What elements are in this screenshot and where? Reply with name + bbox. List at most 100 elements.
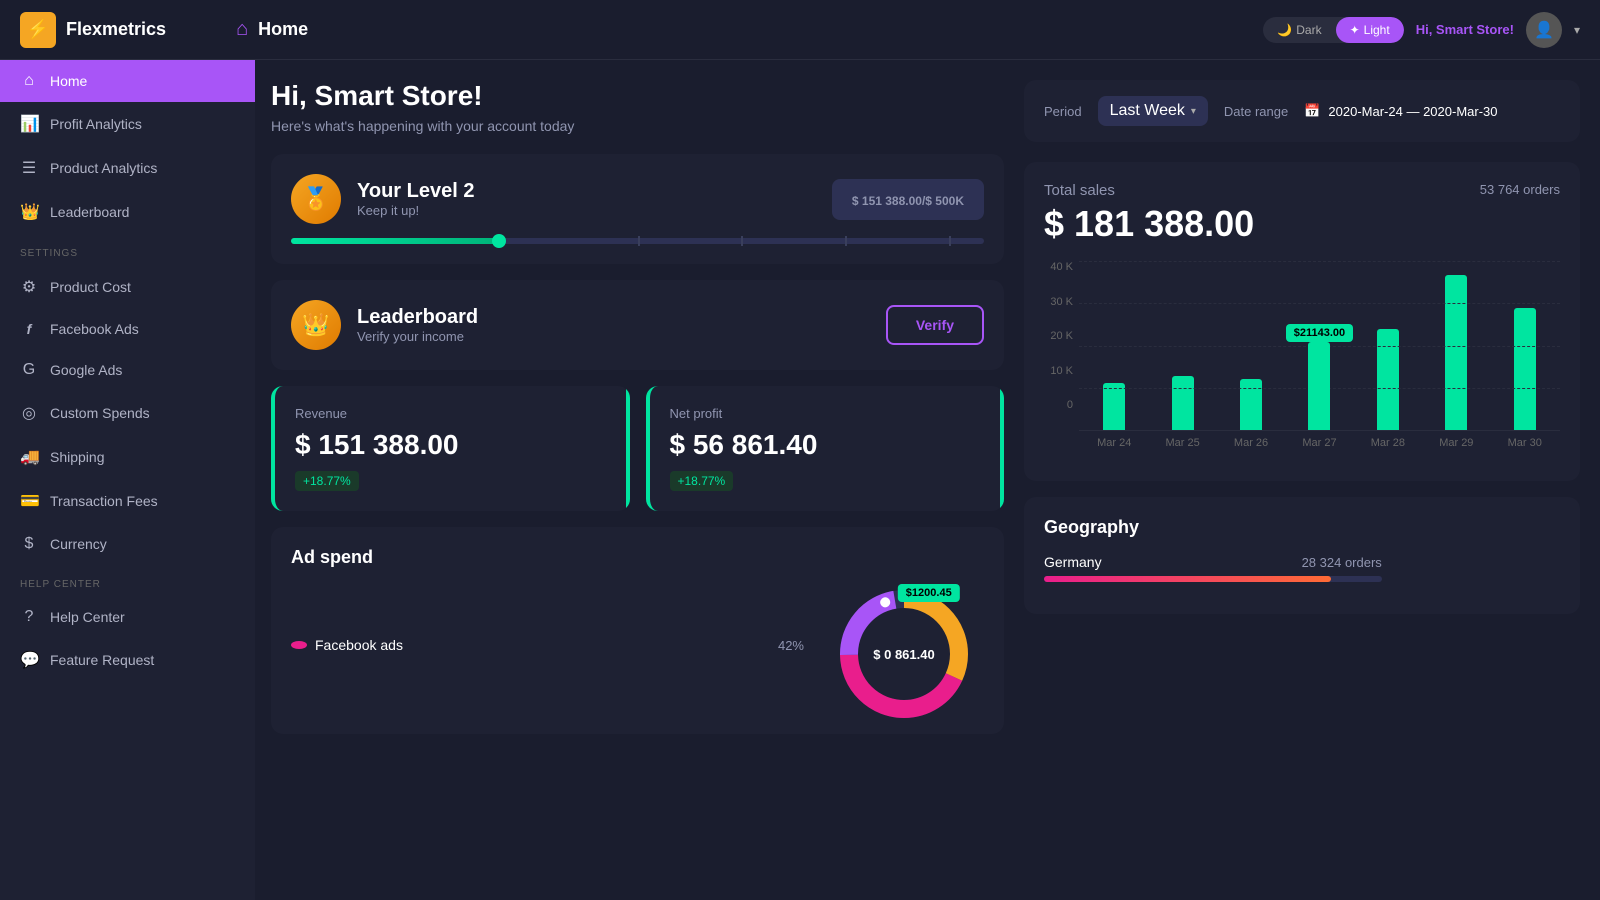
x-label-mar29: Mar 29 <box>1425 437 1487 449</box>
avatar-dropdown-icon[interactable]: ▾ <box>1574 23 1580 37</box>
sidebar-leaderboard-label: Leaderboard <box>50 204 129 220</box>
bar-group-mar27: $21143.00 <box>1288 261 1350 430</box>
y-label-20k: 20 K <box>1050 330 1073 342</box>
facebook-ads-item-label: Facebook ads <box>315 637 403 653</box>
sun-icon: ✦ <box>1350 23 1360 37</box>
sidebar-item-shipping[interactable]: 🚚 Shipping <box>0 435 255 479</box>
date-range-value: 2020-Mar-24 — 2020-Mar-30 <box>1328 104 1497 119</box>
google-ads-label: Google Ads <box>50 362 122 378</box>
level-card: 🏅 Your Level 2 Keep it up! $ 151 388.00/… <box>271 154 1004 264</box>
ad-spend-card: Ad spend Facebook ads 42% <box>271 527 1004 734</box>
ad-spend-title: Ad spend <box>291 547 984 568</box>
level-amount-value: $ 151 388.00 <box>852 194 922 208</box>
date-range: 📅 2020-Mar-24 — 2020-Mar-30 <box>1304 103 1497 119</box>
home-nav-icon: ⌂ <box>20 72 38 90</box>
greeting-username: Smart Store <box>1436 22 1510 37</box>
bar-mar24 <box>1103 383 1125 430</box>
bar-mar28 <box>1377 329 1399 430</box>
dark-mode-button[interactable]: 🌙 Dark <box>1263 17 1335 43</box>
donut-total: $ 0 861.40 <box>873 647 934 662</box>
geo-orders-germany: 28 324 orders <box>1302 555 1382 570</box>
help-center-icon: ? <box>20 608 38 626</box>
greeting-title: Hi, Smart Store! <box>271 80 1004 112</box>
page-breadcrumb: ⌂ Home <box>236 18 308 41</box>
light-label: Light <box>1364 23 1390 37</box>
level-text: Your Level 2 Keep it up! <box>357 180 474 218</box>
sidebar-item-product-cost[interactable]: ⚙ Product Cost <box>0 265 255 309</box>
sidebar-item-feature-request[interactable]: 💬 Feature Request <box>0 638 255 682</box>
sidebar-item-transaction-fees[interactable]: 💳 Transaction Fees <box>0 479 255 523</box>
total-sales-title: Total sales <box>1044 182 1115 199</box>
sidebar-item-currency[interactable]: $ Currency <box>0 523 255 565</box>
facebook-ads-pct: 42% <box>778 638 804 653</box>
revenue-badge: +18.77% <box>295 471 359 491</box>
main-content: Hi, Smart Store! Here's what's happening… <box>255 60 1020 900</box>
level-subtitle: Keep it up! <box>357 203 474 218</box>
product-analytics-icon: ☰ <box>20 158 38 178</box>
topbar: ⚡ Flexmetrics ⌂ Home 🌙 Dark ✦ Light Hi, … <box>0 0 1600 60</box>
level-amount: $ 151 388.00/$ 500K <box>832 179 984 220</box>
sidebar-item-product-analytics[interactable]: ☰ Product Analytics <box>0 146 255 190</box>
net-profit-value: $ 56 861.40 <box>670 429 985 461</box>
profit-analytics-icon: 📊 <box>20 114 38 134</box>
period-chevron-icon: ▾ <box>1191 106 1196 117</box>
sidebar-item-profit-analytics[interactable]: 📊 Profit Analytics <box>0 102 255 146</box>
sidebar-item-google-ads[interactable]: G Google Ads <box>0 349 255 391</box>
app-name: Flexmetrics <box>66 19 166 40</box>
sidebar-item-home[interactable]: ⌂ Home <box>0 60 255 102</box>
sidebar-item-help-center[interactable]: ? Help Center <box>0 596 255 638</box>
leaderboard-card-title: Leaderboard <box>357 306 478 329</box>
page-title: Home <box>258 19 308 40</box>
facebook-ads-label: Facebook Ads <box>50 321 139 337</box>
transaction-fees-label: Transaction Fees <box>50 493 158 509</box>
logo-icon: ⚡ <box>20 12 56 48</box>
sidebar-item-custom-spends[interactable]: ◎ Custom Spends <box>0 391 255 435</box>
bar-mar25 <box>1172 376 1194 430</box>
shipping-icon: 🚚 <box>20 447 38 467</box>
moon-icon: 🌙 <box>1277 23 1292 37</box>
calendar-icon: 📅 <box>1304 103 1320 119</box>
theme-toggle[interactable]: 🌙 Dark ✦ Light <box>1263 17 1403 43</box>
sales-bar-chart: 40 K 30 K 20 K 10 K 0 <box>1044 261 1560 461</box>
greeting-section: Hi, Smart Store! Here's what's happening… <box>271 80 1004 134</box>
greeting-prefix: Hi, <box>1416 22 1436 37</box>
light-mode-button[interactable]: ✦ Light <box>1336 17 1404 43</box>
period-label: Period <box>1044 104 1082 119</box>
google-ads-icon: G <box>20 361 38 379</box>
level-title: Your Level 2 <box>357 180 474 203</box>
sidebar-item-facebook-ads[interactable]: f Facebook Ads <box>0 309 255 349</box>
progress-dot <box>492 234 506 248</box>
right-panel: Period Last Week ▾ Date range 📅 2020-Mar… <box>1020 60 1600 900</box>
x-label-mar28: Mar 28 <box>1357 437 1419 449</box>
geography-title: Geography <box>1044 517 1560 538</box>
y-label-30k: 30 K <box>1050 296 1073 308</box>
product-cost-label: Product Cost <box>50 279 131 295</box>
user-greeting: Hi, Smart Store! <box>1416 22 1514 37</box>
y-label-0: 0 <box>1067 399 1073 411</box>
bar-tooltip-mar27: $21143.00 <box>1286 324 1353 342</box>
geo-bar-bg-germany <box>1044 576 1382 582</box>
user-avatar[interactable]: 👤 <box>1526 12 1562 48</box>
currency-icon: $ <box>20 535 38 553</box>
feature-request-icon: 💬 <box>20 650 38 670</box>
custom-spends-icon: ◎ <box>20 403 38 423</box>
shipping-label: Shipping <box>50 449 105 465</box>
geography-card: Geography Germany 28 324 orders <box>1024 497 1580 614</box>
stats-row: Revenue $ 151 388.00 +18.77% Net profit … <box>271 386 1004 511</box>
y-label-40k: 40 K <box>1050 261 1073 273</box>
geo-row-germany: Germany 28 324 orders <box>1044 554 1560 582</box>
help-center-label: Help Center <box>50 609 125 625</box>
level-info: 🏅 Your Level 2 Keep it up! <box>291 174 474 224</box>
period-selector[interactable]: Last Week ▾ <box>1098 96 1208 126</box>
greeting-subtitle: Here's what's happening with your accoun… <box>271 118 1004 134</box>
home-icon: ⌂ <box>236 18 248 41</box>
bar-mar30 <box>1514 308 1536 430</box>
bar-mar27 <box>1308 342 1330 430</box>
sidebar-item-leaderboard[interactable]: 👑 Leaderboard <box>0 190 255 234</box>
period-controls: Period Last Week ▾ Date range 📅 2020-Mar… <box>1024 80 1580 142</box>
app-logo[interactable]: ⚡ Flexmetrics <box>20 12 166 48</box>
period-value: Last Week <box>1110 102 1185 120</box>
greeting-suffix: ! <box>1510 22 1514 37</box>
verify-button[interactable]: Verify <box>886 305 984 345</box>
net-profit-badge: +18.77% <box>670 471 734 491</box>
